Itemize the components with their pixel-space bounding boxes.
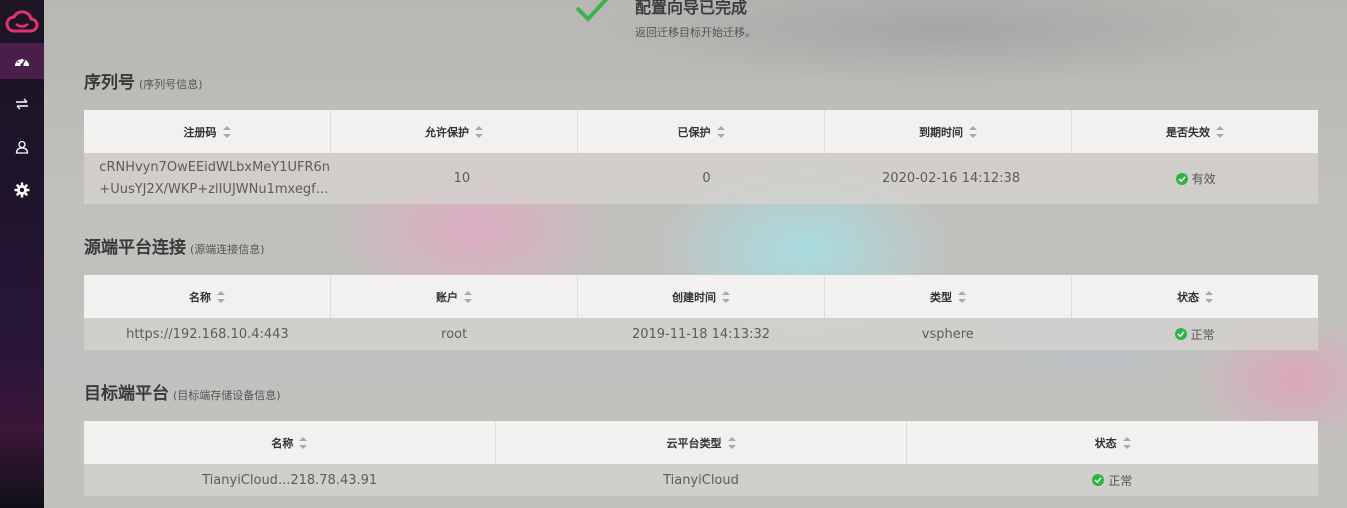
table-row: cRNHvyn7OwEEidWLbxMeY1UFR6n +UusYJ2X/WKP… <box>84 153 1318 204</box>
status-text: 有效 <box>1191 172 1216 186</box>
serial-subtitle: (序列号信息) <box>139 78 203 91</box>
name-cell: TianyiCloud...218.78.43.91 <box>202 472 378 488</box>
sort-icon[interactable] <box>958 290 966 303</box>
status-badge: 正常 <box>1174 326 1215 343</box>
created-cell: 2019-11-18 14:13:32 <box>631 326 771 342</box>
column-header-name[interactable]: 名称 <box>84 275 331 318</box>
serial-code-line-1: cRNHvyn7OwEEidWLbxMeY1UFR6n <box>99 159 331 175</box>
column-header-allowed[interactable]: 允许保护 <box>331 110 578 153</box>
sidebar-item-settings[interactable] <box>0 172 44 208</box>
table-header: 名称 账户 创建时间 类型 状态 <box>84 275 1318 318</box>
wizard-complete-title: 配置向导已完成 <box>635 0 748 17</box>
target-table: 名称 云平台类型 状态 TianyiCloud...218.78.43.91 T… <box>84 421 1318 496</box>
cloud-logo-icon[interactable] <box>5 5 39 37</box>
sort-icon[interactable] <box>727 436 736 449</box>
table-header: 注册码 允许保护 已保护 到期时间 是否失效 <box>84 110 1318 153</box>
wizard-complete-subtitle: 返回迁移目标开始迁移。 <box>635 26 756 39</box>
sort-icon[interactable] <box>969 125 977 138</box>
serial-code-line-2: +UusYJ2X/WKP+zlIUJWNu1mxegf… <box>99 181 329 197</box>
serial-section-title: 序列号 (序列号信息) <box>84 68 203 93</box>
source-table: 名称 账户 创建时间 类型 状态 https://192.168.10.4:44… <box>84 275 1318 350</box>
sort-icon[interactable] <box>1122 436 1131 449</box>
status-badge: 正常 <box>1092 472 1132 489</box>
column-header-status[interactable]: 状态 <box>907 421 1318 464</box>
target-subtitle: (目标端存储设备信息) <box>173 389 281 402</box>
check-circle-icon <box>1175 172 1188 185</box>
check-circle-icon <box>1092 474 1105 486</box>
allowed-cell: 10 <box>453 171 471 186</box>
status-cell: 正常 <box>907 464 1318 496</box>
column-header-type[interactable]: 类型 <box>825 275 1072 318</box>
sort-icon[interactable] <box>222 125 231 138</box>
column-header-name[interactable]: 名称 <box>84 421 496 464</box>
column-header-protected[interactable]: 已保护 <box>578 110 825 153</box>
valid-status-cell: 有效 <box>1073 153 1318 204</box>
serial-table: 注册码 允许保护 已保护 到期时间 是否失效 cRNHvyn7OwEEidWLb… <box>84 110 1318 204</box>
target-title: 目标端平台 <box>84 384 169 404</box>
table-row: TianyiCloud...218.78.43.91 TianyiCloud 正… <box>84 464 1318 496</box>
sort-icon[interactable] <box>299 436 308 449</box>
column-header-account[interactable]: 账户 <box>331 275 578 318</box>
protected-cell: 0 <box>702 171 711 186</box>
column-header-platform-type[interactable]: 云平台类型 <box>496 421 908 464</box>
transfer-arrows-icon <box>15 98 29 110</box>
column-header-status[interactable]: 状态 <box>1072 275 1318 318</box>
sidebar <box>0 0 44 508</box>
sort-icon[interactable] <box>1205 290 1213 303</box>
status-badge: 有效 <box>1175 170 1216 187</box>
sort-icon[interactable] <box>464 290 472 303</box>
dashboard-icon <box>14 54 30 68</box>
sort-icon[interactable] <box>716 125 725 138</box>
source-subtitle: (源端连接信息) <box>190 243 265 256</box>
name-cell: https://192.168.10.4:443 <box>126 326 289 342</box>
sort-icon[interactable] <box>1216 125 1224 138</box>
serial-code-cell: cRNHvyn7OwEEidWLbxMeY1UFR6n +UusYJ2X/WKP… <box>84 153 340 204</box>
status-text: 正常 <box>1108 473 1133 488</box>
user-icon <box>15 140 29 154</box>
account-cell: root <box>441 326 468 342</box>
check-circle-icon <box>1174 328 1187 340</box>
serial-title: 序列号 <box>84 73 135 93</box>
source-section-title: 源端平台连接 (源端连接信息) <box>84 233 265 258</box>
sidebar-item-migration[interactable] <box>0 86 44 122</box>
sidebar-item-dashboard[interactable] <box>0 43 44 79</box>
type-cell: vsphere <box>921 326 974 342</box>
target-section-title: 目标端平台 (目标端存储设备信息) <box>84 379 281 404</box>
sort-icon[interactable] <box>217 290 225 303</box>
table-row: https://192.168.10.4:443 root 2019-11-18… <box>84 318 1318 350</box>
check-icon <box>574 0 614 24</box>
status-cell: 正常 <box>1071 318 1318 350</box>
sidebar-item-users[interactable] <box>0 129 44 165</box>
source-title: 源端平台连接 <box>84 238 186 258</box>
sort-icon[interactable] <box>475 125 483 138</box>
sort-icon[interactable] <box>722 290 730 303</box>
column-header-created[interactable]: 创建时间 <box>578 275 825 318</box>
table-header: 名称 云平台类型 状态 <box>84 421 1318 464</box>
gear-icon <box>14 182 30 198</box>
status-text: 正常 <box>1190 327 1215 342</box>
column-header-expires[interactable]: 到期时间 <box>825 110 1072 153</box>
expires-cell: 2020-02-16 14:12:38 <box>882 171 1021 186</box>
column-header-invalid[interactable]: 是否失效 <box>1072 110 1318 153</box>
column-header-code[interactable]: 注册码 <box>84 110 331 153</box>
platform-cell: TianyiCloud <box>663 472 739 488</box>
